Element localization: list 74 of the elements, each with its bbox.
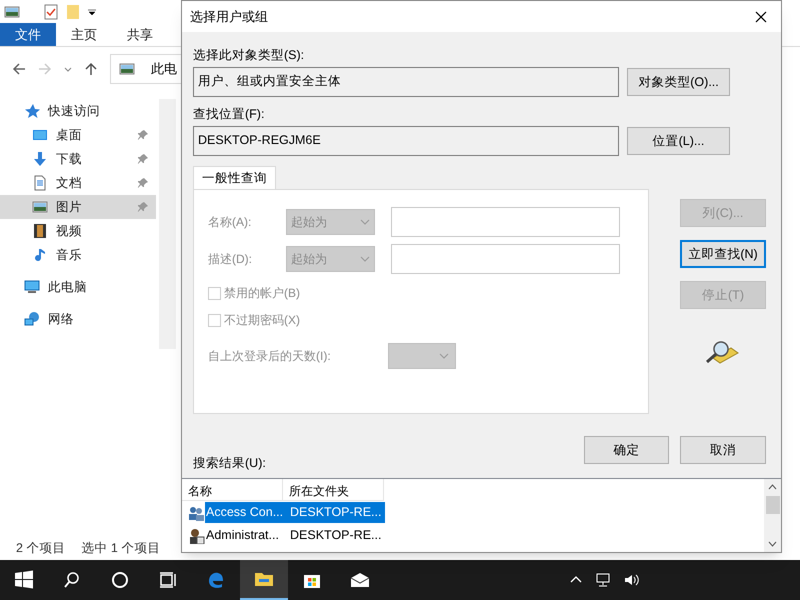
back-arrow-icon[interactable] [12,62,26,76]
status-text: 2 个项目 [16,540,66,557]
mail-icon[interactable] [350,570,370,590]
volume-icon[interactable] [624,572,640,588]
nav-item[interactable]: 图片 [0,195,156,219]
nav-item[interactable]: 文档 [0,171,156,195]
result-row[interactable]: Access Con... DESKTOP-RE... [205,502,385,523]
magnifier-icon [705,340,739,366]
field-label: 选择此对象类型(S): [193,47,306,63]
read-only-field: 用户、组或内置安全主体 [193,67,619,97]
pin-icon [138,130,148,140]
taskbar-button[interactable] [240,560,288,600]
nav-item[interactable]: 网络 [0,307,156,331]
nav-item[interactable]: 下载 [0,147,156,171]
chevron-down-icon [360,218,370,224]
windows-icon[interactable] [14,570,34,590]
result-row[interactable]: Administrat... DESKTOP-RE... [205,525,385,546]
ribbon-tab[interactable]: 共享 [112,23,168,46]
nav-item[interactable]: 桌面 [0,123,156,147]
column-header[interactable]: 所在文件夹 [283,479,384,501]
dialog-button[interactable]: 立即查找(N) [680,240,766,268]
music-note-icon [32,247,48,263]
star-icon [24,103,40,119]
window-title: 选择用户或组 [190,8,268,26]
nav-item[interactable]: 此电脑 [0,275,156,299]
field-label: 查找位置(F): [193,106,266,122]
field-label: 名称(A): [208,214,252,230]
pin-icon [138,154,148,164]
column-header[interactable]: 名称 [182,479,283,501]
chevron-down-icon [439,353,449,359]
computer-icon [24,279,40,295]
checklist-icon[interactable] [44,4,58,20]
edge-icon[interactable] [206,570,226,590]
network-icon [24,311,40,327]
nav-item[interactable]: 快速访问 [0,99,156,123]
task-view-icon[interactable] [158,570,178,590]
nav-item[interactable]: 音乐 [0,243,156,267]
scrollbar-thumb[interactable] [766,496,780,514]
ribbon-tab[interactable]: 主页 [56,23,112,46]
document-icon [32,175,48,191]
results-label: 搜索结果(U): [193,455,266,472]
film-icon [32,223,48,239]
field-label: 自上次登录后的天数(I): [208,348,332,365]
dropdown-arrow-icon[interactable] [88,8,96,16]
dialog-button[interactable]: 取消 [680,436,766,464]
pin-icon [138,202,148,212]
user-icon [187,528,205,544]
scrollbar[interactable] [764,479,781,552]
chevron-down-icon[interactable] [64,65,72,73]
dialog-button[interactable]: 位置(L)... [627,127,730,155]
read-only-field: DESKTOP-REGJM6E [193,126,619,156]
checkbox-label: 禁用的帐户(B) [224,285,300,302]
users-icon [187,504,205,520]
up-arrow-icon[interactable] [84,62,98,76]
chevron-up-icon[interactable] [768,484,777,490]
pin-icon [138,178,148,188]
nav-item[interactable]: 视频 [0,219,156,243]
monitor-icon [32,127,48,143]
chevron-down-icon[interactable] [768,541,777,547]
network-icon[interactable] [596,572,612,588]
dialog-button[interactable]: 确定 [584,436,669,464]
tab[interactable]: 一般性查询 [193,166,276,189]
picture-icon [32,199,48,215]
field-label: 描述(D): [208,250,253,268]
dialog-button[interactable]: 对象类型(O)... [627,68,730,96]
download-icon [32,151,48,167]
circle-icon[interactable] [110,570,130,590]
close-icon [755,10,767,22]
status-text: 选中 1 个项目 [81,540,160,557]
ribbon-tab[interactable]: 文件 [0,23,56,46]
picture-icon [4,4,20,20]
chevron-down-icon [360,256,370,262]
picture-icon [119,61,135,77]
checkbox-label: 不过期密码(X) [224,312,300,329]
